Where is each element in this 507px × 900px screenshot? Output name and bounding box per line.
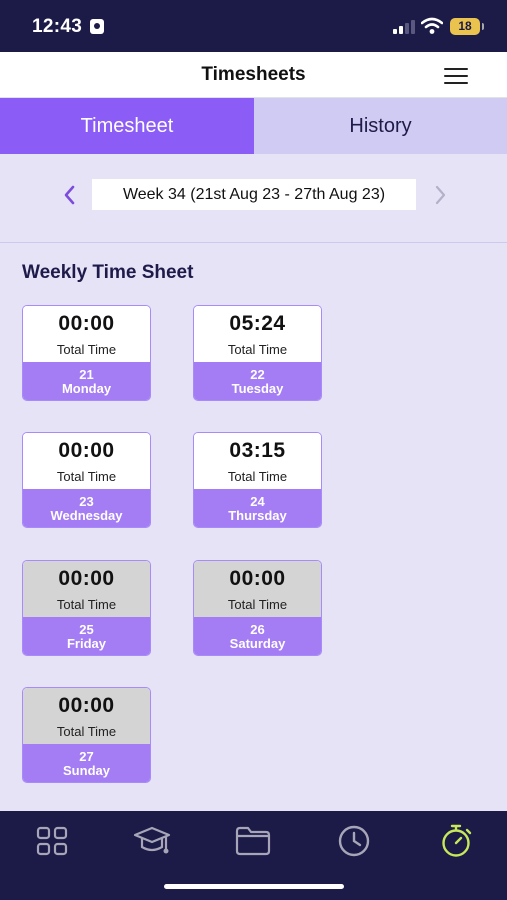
menu-button[interactable]	[444, 66, 470, 86]
cellular-signal-icon	[393, 20, 415, 34]
day-date: 21	[79, 367, 94, 382]
total-time-value: 00:00	[58, 694, 115, 717]
total-time-value: 05:24	[229, 312, 286, 335]
day-card-saturday[interactable]: 00:00 Total Time 26 Saturday	[193, 560, 322, 656]
id-card-icon	[90, 19, 104, 34]
day-card-thursday[interactable]: 03:15 Total Time 24 Thursday	[193, 432, 322, 528]
day-card-friday[interactable]: 00:00 Total Time 25 Friday	[22, 560, 151, 656]
day-card-wednesday[interactable]: 00:00 Total Time 23 Wednesday	[22, 432, 151, 528]
total-time-label: Total Time	[56, 342, 117, 357]
day-date: 25	[79, 622, 94, 637]
day-name: Monday	[61, 381, 112, 396]
tab-history[interactable]: History	[254, 98, 507, 154]
menu-icon	[444, 68, 468, 70]
day-card-sunday[interactable]: 00:00 Total Time 27 Sunday	[22, 687, 151, 783]
folder-icon[interactable]	[233, 823, 273, 859]
total-time-label: Total Time	[56, 724, 117, 739]
total-time-value: 00:00	[58, 567, 115, 590]
tab-timesheet[interactable]: Timesheet	[0, 98, 254, 154]
status-bar: 12:43 18	[0, 0, 507, 52]
clock-icon[interactable]	[334, 823, 374, 859]
total-time-label: Total Time	[56, 469, 117, 484]
chevron-left-icon[interactable]	[58, 180, 82, 210]
day-name: Sunday	[63, 763, 110, 778]
day-date: 27	[79, 749, 94, 764]
day-name: Friday	[66, 636, 106, 651]
page-title: Timesheets	[201, 64, 306, 85]
total-time-label: Total Time	[56, 597, 117, 612]
day-name: Saturday	[229, 636, 286, 651]
app-header: Timesheets	[0, 52, 507, 98]
status-time: 12:43	[32, 16, 83, 37]
total-time-value: 00:00	[58, 312, 115, 335]
tab-bar: Timesheet History	[0, 98, 507, 154]
total-time-label: Total Time	[227, 342, 288, 357]
day-date: 24	[250, 494, 265, 509]
day-name: Wednesday	[50, 508, 123, 523]
wifi-icon	[421, 17, 443, 34]
day-date: 26	[250, 622, 265, 637]
battery-indicator: 18	[450, 18, 484, 35]
chevron-right-icon[interactable]	[428, 180, 452, 210]
grid-icon[interactable]	[32, 823, 72, 859]
section-title: Weekly Time Sheet	[22, 262, 194, 283]
day-name: Thursday	[228, 508, 287, 523]
day-card-monday[interactable]: 00:00 Total Time 21 Monday	[22, 305, 151, 401]
day-date: 22	[250, 367, 265, 382]
stopwatch-icon[interactable]	[436, 823, 476, 859]
day-name: Tuesday	[231, 381, 284, 396]
total-time-label: Total Time	[227, 597, 288, 612]
week-selector: Week 34 (21st Aug 23 - 27th Aug 23)	[0, 154, 507, 243]
home-indicator[interactable]	[164, 884, 344, 889]
total-time-value: 00:00	[58, 439, 115, 462]
total-time-value: 00:00	[229, 567, 286, 590]
graduation-cap-icon[interactable]	[132, 823, 172, 859]
total-time-value: 03:15	[229, 439, 286, 462]
week-label: Week 34 (21st Aug 23 - 27th Aug 23)	[92, 179, 416, 210]
day-date: 23	[79, 494, 94, 509]
total-time-label: Total Time	[227, 469, 288, 484]
day-card-tuesday[interactable]: 05:24 Total Time 22 Tuesday	[193, 305, 322, 401]
